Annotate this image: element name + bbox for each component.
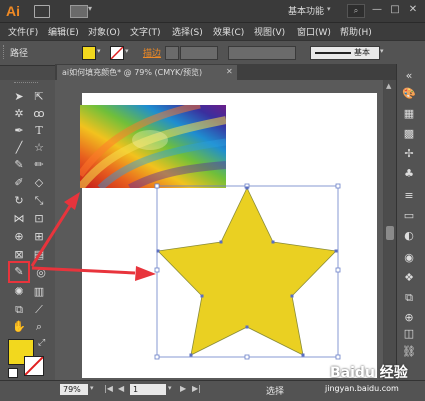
links-icon[interactable]: ⛓: [401, 346, 417, 358]
zoom-field[interactable]: 79%: [60, 384, 88, 395]
first-artboard-icon[interactable]: |◀: [104, 384, 113, 393]
brushes-icon[interactable]: ✢: [401, 148, 417, 160]
artboards-icon[interactable]: ⊕: [401, 312, 417, 324]
color-panel-icon[interactable]: ▦: [401, 108, 417, 120]
last-artboard-icon[interactable]: ▶|: [192, 384, 201, 393]
status-mode[interactable]: 选择: [266, 384, 284, 397]
scrollbar-thumb[interactable]: [386, 226, 394, 240]
annotation-arrow-to-star: [31, 266, 156, 281]
previous-artboard-icon[interactable]: ◀: [118, 384, 124, 393]
layers-icon[interactable]: ⧉: [401, 292, 417, 304]
baidu-watermark: Baidu 经验: [330, 365, 408, 381]
appearance-icon[interactable]: ◉: [401, 252, 417, 264]
chevron-down-icon[interactable]: ▾: [90, 384, 94, 392]
rainbow-swirl-image[interactable]: [80, 105, 226, 188]
transparency-icon[interactable]: ◐: [401, 230, 417, 242]
chevron-down-icon[interactable]: ▾: [168, 384, 172, 392]
graphic-styles-icon[interactable]: ❖: [401, 272, 417, 284]
swatches-icon[interactable]: ▩: [401, 128, 417, 140]
stack-icon[interactable]: ◫: [401, 328, 417, 340]
artboard-number: 1: [133, 385, 139, 394]
gradient-panel-icon[interactable]: ▭: [401, 210, 417, 222]
stroke-panel-icon[interactable]: ≡: [401, 190, 417, 202]
scroll-up-icon[interactable]: ▲: [386, 82, 391, 90]
artboard-number-field[interactable]: 1: [130, 384, 166, 395]
color-guide-icon[interactable]: 🎨: [401, 88, 417, 100]
watermark-url: jingyan.baidu.com: [325, 384, 399, 393]
next-artboard-icon[interactable]: ▶: [180, 384, 186, 393]
panel-collapse-icon[interactable]: «: [401, 70, 417, 82]
artwork-layer: [30, 105, 341, 360]
annotation-arrow-to-image: [30, 192, 80, 267]
yellow-star-shape[interactable]: [157, 187, 337, 356]
symbols-icon[interactable]: ♣: [401, 168, 417, 180]
zoom-value: 79%: [63, 385, 81, 394]
